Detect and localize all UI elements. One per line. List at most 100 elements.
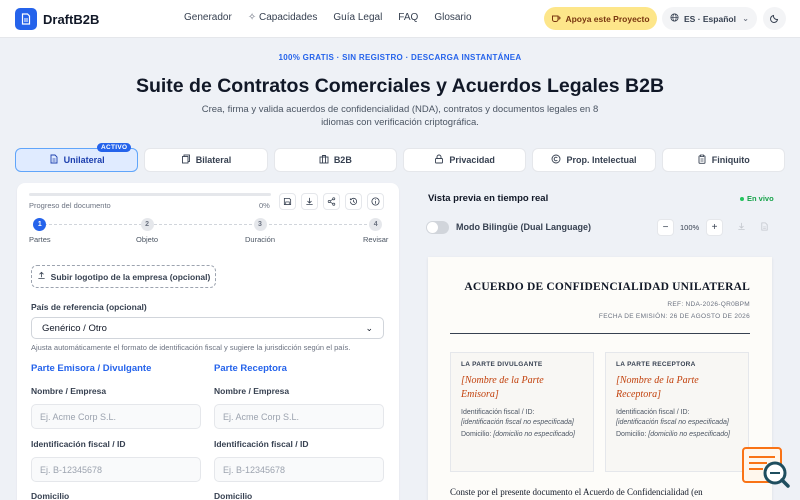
party-tax-value: [identificación fiscal no especificada] [461, 419, 574, 426]
emitter-name-input[interactable]: Ej. Acme Corp S.L. [31, 404, 201, 429]
step-duracion[interactable]: 3 Duración [245, 218, 275, 244]
progress-bar [29, 193, 271, 196]
tab-privacidad-label: Privacidad [449, 155, 495, 165]
step-partes[interactable]: 1 Partes [29, 218, 51, 244]
party-tax-value: [identificación fiscal no especificada] [616, 419, 729, 426]
step-number: 2 [140, 218, 154, 231]
receiver-name-input[interactable]: Ej. Acme Corp S.L. [214, 404, 384, 429]
bilingual-toggle[interactable] [426, 221, 449, 234]
download-preview-button[interactable] [734, 220, 748, 234]
party-card-receptora: LA PARTE RECEPTORA [Nombre de la Parte R… [605, 352, 749, 472]
share-button[interactable] [323, 193, 340, 210]
copyright-icon [551, 154, 561, 166]
receiver-section-title: Parte Receptora [214, 363, 287, 374]
nav-capacidades-label: Capacidades [258, 12, 318, 23]
party-tax: Identificación fiscal / ID: [identificac… [461, 408, 583, 428]
document-type-tabs: Unilateral ACTIVO Bilateral B2B Privacid… [15, 143, 785, 172]
nav-generador[interactable]: Generador [184, 12, 232, 23]
form-panel: Progreso del documento 0% 1 Partes 2 Obj… [17, 183, 399, 500]
doc-issue-date: FECHA DE EMISIÓN: 26 DE AGOSTO DE 2026 [598, 313, 750, 320]
page-subtitle: Crea, firma y valida acuerdos de confide… [201, 104, 599, 128]
tab-prop-intelectual[interactable]: Prop. Intelectual [532, 148, 656, 172]
receiver-address-label: Domicilio [214, 491, 253, 500]
zoom-out-button[interactable]: − [657, 219, 674, 236]
country-value: Genérico / Otro [42, 322, 107, 334]
party-address-value: [domicilio no especificado] [493, 431, 576, 438]
history-button[interactable] [345, 193, 362, 210]
party-address: Domicilio: [domicilio no especificado] [461, 430, 583, 440]
step-revisar[interactable]: 4 Revisar [363, 218, 388, 244]
zoom-level: 100% [680, 223, 700, 232]
support-label: Apoya este Proyecto [565, 13, 650, 24]
progress-label: Progreso del documento [29, 201, 111, 210]
receiver-tax-input[interactable]: Ej. B-12345678 [214, 457, 384, 482]
nav-capacidades[interactable]: ✧ Capacidades [248, 12, 318, 23]
steps-connector [39, 224, 377, 225]
tab-finiquito-label: Finiquito [711, 155, 750, 165]
upload-icon [37, 271, 46, 282]
doc-title: ACUERDO DE CONFIDENCIALIDAD UNILATERAL [464, 281, 750, 293]
toggle-knob [427, 222, 438, 233]
export-preview-button[interactable] [757, 220, 771, 234]
brand-name: DraftB2B [43, 11, 100, 27]
party-card-divulgante: LA PARTE DIVULGANTE [Nombre de la Parte … [450, 352, 594, 472]
receiver-tax-label: Identificación fiscal / ID [214, 439, 309, 449]
save-icon [283, 193, 292, 211]
receiver-name-label: Nombre / Empresa [214, 386, 290, 396]
zoom-in-button[interactable]: + [706, 219, 723, 236]
download-button[interactable] [301, 193, 318, 210]
emitter-tax-input[interactable]: Ej. B-12345678 [31, 457, 201, 482]
nav-glosario[interactable]: Glosario [434, 12, 471, 23]
country-select[interactable]: Genérico / Otro ⌄ [31, 317, 384, 339]
live-indicator: En vivo [740, 194, 774, 203]
party-tax-label: Identificación fiscal / ID: [616, 409, 690, 416]
clipboard-icon [697, 154, 707, 166]
chevron-down-icon: ⌄ [742, 14, 749, 23]
doc-body-text: Conste por el presente documento el Acue… [450, 487, 703, 497]
hero-tagline: 100% GRATIS · SIN REGISTRO · DESCARGA IN… [278, 53, 522, 62]
main-nav: Generador ✧ Capacidades Guía Legal FAQ G… [184, 12, 472, 23]
brand[interactable]: DraftB2B [15, 8, 99, 30]
language-label: ES · Español [684, 13, 736, 24]
step-objeto[interactable]: 2 Objeto [136, 218, 158, 244]
bilingual-label: Modo Bilingüe (Dual Language) [456, 222, 591, 232]
document-search-icon[interactable] [741, 446, 791, 490]
dark-mode-toggle[interactable] [763, 7, 786, 30]
receiver-name-placeholder: Ej. Acme Corp S.L. [223, 411, 300, 422]
emitter-name-placeholder: Ej. Acme Corp S.L. [40, 411, 117, 422]
document-icon [49, 154, 59, 166]
tab-b2b-label: B2B [333, 155, 352, 165]
save-button[interactable] [279, 193, 296, 210]
info-button[interactable] [367, 193, 384, 210]
party-name: [Nombre de la Parte Receptora] [616, 375, 699, 400]
support-button[interactable]: Apoya este Proyecto [544, 7, 657, 30]
tab-b2b[interactable]: B2B [273, 148, 397, 172]
share-icon [327, 193, 336, 211]
tab-unilateral[interactable]: Unilateral ACTIVO [15, 143, 139, 172]
step-label: Objeto [136, 235, 159, 244]
language-selector[interactable]: ES · Español ⌄ [662, 7, 757, 30]
tab-finiquito[interactable]: Finiquito [661, 148, 785, 172]
copy-icon [181, 154, 191, 166]
step-number: 4 [369, 218, 383, 231]
upload-logo-label: Subir logotipo de la empresa (opcional) [50, 271, 211, 282]
download-icon [737, 218, 746, 236]
moon-icon [769, 10, 780, 28]
history-icon [349, 193, 358, 211]
tab-privacidad[interactable]: Privacidad [402, 148, 527, 172]
nav-faq[interactable]: FAQ [398, 12, 418, 23]
live-dot-icon [740, 196, 744, 201]
building-icon [319, 154, 329, 166]
tab-bilateral[interactable]: Bilateral [144, 148, 268, 172]
tab-unilateral-label: Unilateral [63, 155, 105, 165]
coffee-icon [551, 13, 561, 25]
emitter-tax-placeholder: Ej. B-12345678 [40, 464, 103, 475]
nav-guia-legal[interactable]: Guía Legal [333, 12, 382, 23]
step-label: Revisar [363, 235, 389, 244]
step-number: 3 [253, 218, 267, 231]
step-label: Duración [245, 235, 276, 244]
emitter-name-label: Nombre / Empresa [31, 386, 107, 396]
live-label: En vivo [747, 194, 774, 203]
active-badge: ACTIVO [96, 143, 132, 152]
upload-logo-button[interactable]: Subir logotipo de la empresa (opcional) [31, 265, 216, 288]
